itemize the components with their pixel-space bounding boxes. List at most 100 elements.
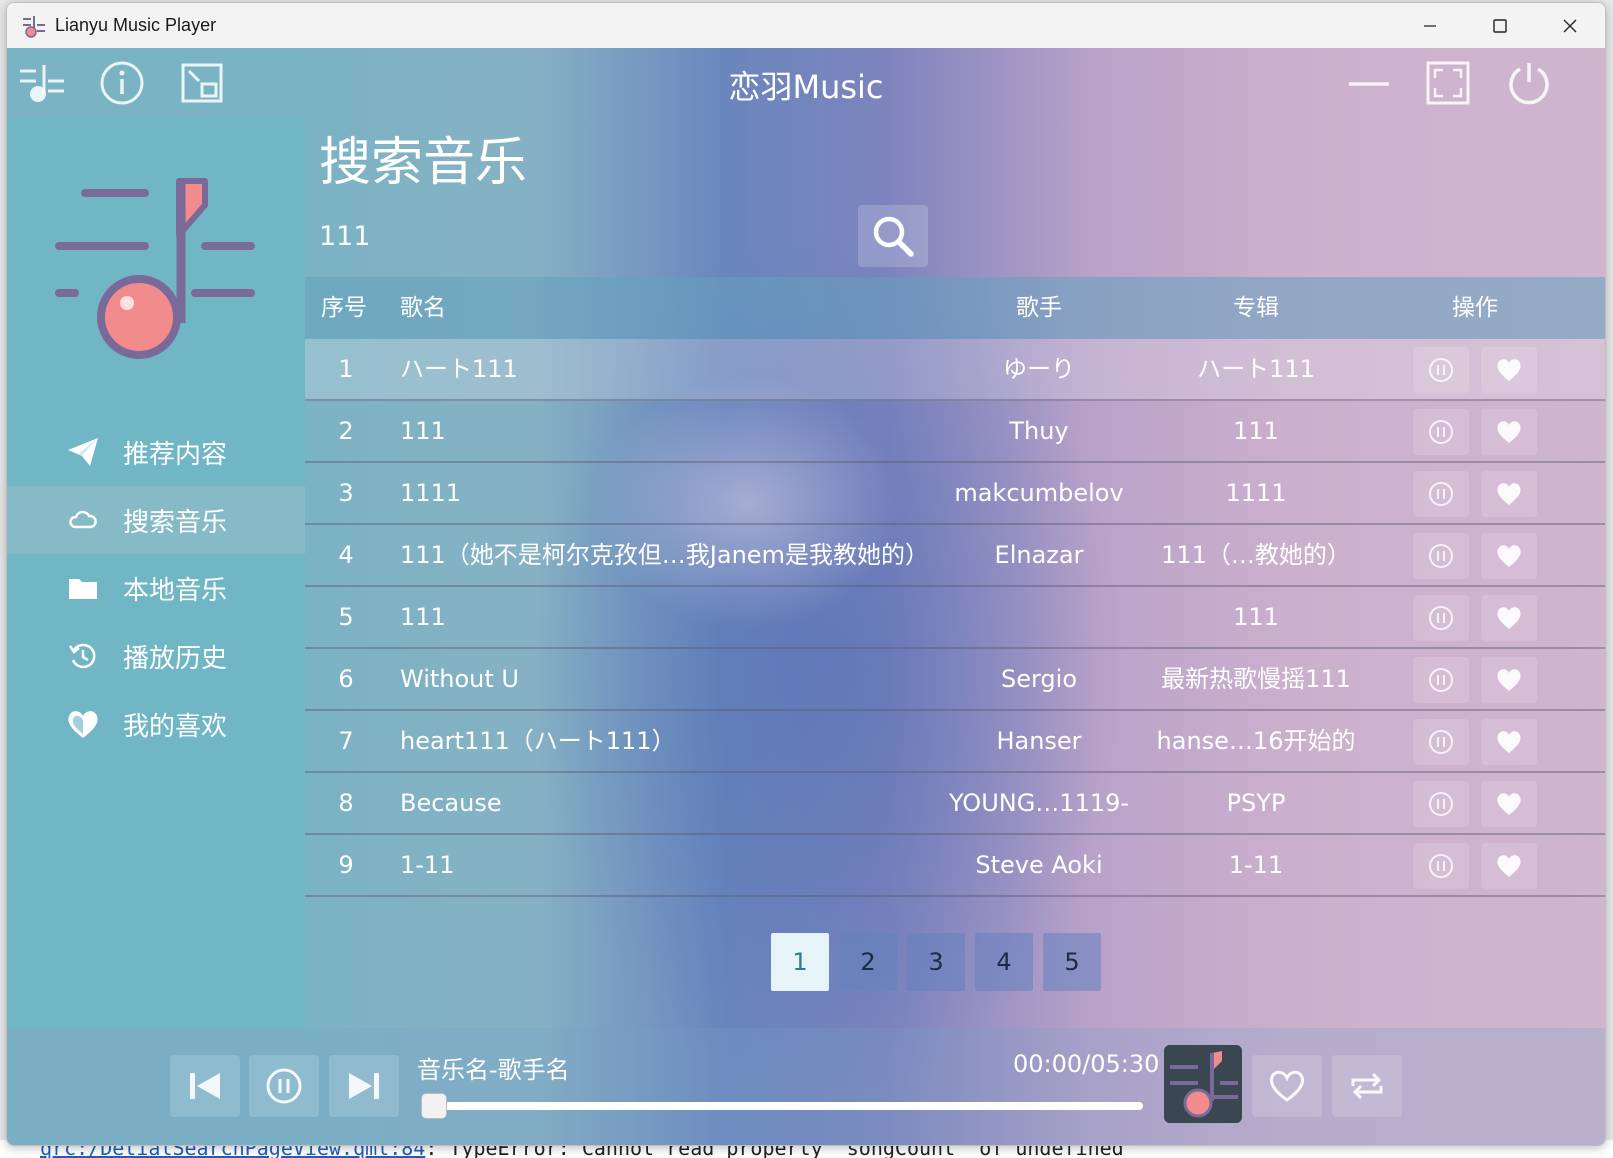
table-row[interactable]: 3 1111 makcumbelov 1111: [305, 463, 1605, 525]
sidebar-item-history[interactable]: 播放历史: [7, 622, 305, 690]
row-singer: Thuy: [1009, 417, 1069, 445]
progress-slider[interactable]: [421, 1093, 1143, 1119]
repeat-button[interactable]: [1332, 1055, 1402, 1117]
table-row[interactable]: 5 111 111: [305, 587, 1605, 649]
app-body: 恋羽Music 推荐内容 搜索音乐 本地音乐 播放历史 我的喜欢 搜索音乐 11…: [7, 48, 1605, 1145]
page-button-4[interactable]: 4: [975, 933, 1033, 991]
close-icon: [1563, 19, 1577, 32]
app-window: Lianyu Music Player 恋羽Music 推荐内容 搜索音乐 本地…: [6, 2, 1606, 1146]
table-row[interactable]: 4 111（她不是柯尔克孜但…我Janem是我教她的） Elnazar 111（…教她…: [305, 525, 1605, 587]
table-header: 序号 歌名 歌手 专辑 操作: [305, 277, 1605, 339]
os-maximize-button[interactable]: [1465, 3, 1535, 48]
pause-icon: [1429, 420, 1453, 444]
table-row[interactable]: 1 ハート111 ゆーり ハート111: [305, 339, 1605, 401]
sidebar-item-search[interactable]: 搜索音乐: [7, 486, 305, 554]
next-button[interactable]: [329, 1055, 399, 1117]
app-minimize-button[interactable]: [1344, 60, 1394, 106]
row-album: 1111: [1225, 479, 1287, 507]
row-album: hanse…16开始的: [1156, 727, 1356, 755]
row-index: 2: [338, 417, 354, 445]
row-singer: Steve Aoki: [975, 851, 1103, 879]
row-index: 3: [338, 479, 354, 507]
app-fullscreen-button[interactable]: [1423, 60, 1473, 106]
page-button-5[interactable]: 5: [1043, 933, 1101, 991]
row-play-button[interactable]: [1413, 595, 1469, 641]
app-logo-icon: [19, 11, 49, 41]
row-play-button[interactable]: [1413, 843, 1469, 889]
row-play-button[interactable]: [1413, 347, 1469, 393]
table-row[interactable]: 8 Because YOUNG…1119- PSYP: [305, 773, 1605, 835]
row-play-button[interactable]: [1413, 781, 1469, 827]
results-table: 序号 歌名 歌手 专辑 操作 1 ハート111 ゆーり ハート111 2 111 Thuy 1…: [305, 277, 1605, 897]
power-button[interactable]: [1504, 60, 1554, 106]
row-song-name: 1111: [400, 479, 462, 507]
row-singer: YOUNG…1119-: [948, 789, 1130, 817]
table-row[interactable]: 7 heart111（ハート111） Hanser hanse…16开始的: [305, 711, 1605, 773]
now-playing-info: 音乐名-歌手名: [417, 1056, 570, 1084]
row-index: 4: [338, 541, 354, 569]
row-singer: makcumbelov: [954, 479, 1124, 507]
page-button-2[interactable]: 2: [839, 933, 897, 991]
search-button[interactable]: [858, 205, 928, 267]
search-icon: [873, 216, 914, 257]
pause-button[interactable]: [249, 1055, 319, 1117]
sidebar-item-recommend[interactable]: 推荐内容: [7, 418, 305, 486]
row-song-name: 111（她不是柯尔克孜但…我Janem是我教她的）: [400, 541, 929, 569]
os-titlebar[interactable]: Lianyu Music Player: [7, 3, 1605, 48]
row-like-button[interactable]: [1481, 843, 1537, 889]
sidebar-item-favorites[interactable]: 我的喜欢: [7, 690, 305, 758]
row-play-button[interactable]: [1413, 409, 1469, 455]
row-song-name: 111: [400, 603, 446, 631]
row-album: 111: [1233, 417, 1279, 445]
row-like-button[interactable]: [1481, 595, 1537, 641]
row-index: 6: [338, 665, 354, 693]
os-minimize-button[interactable]: [1395, 3, 1465, 48]
row-singer: Sergio: [1000, 665, 1078, 693]
album-cover[interactable]: [1164, 1045, 1242, 1123]
pause-icon: [1429, 792, 1453, 816]
row-like-button[interactable]: [1481, 347, 1537, 393]
row-play-button[interactable]: [1413, 719, 1469, 765]
row-album: 1-11: [1228, 851, 1284, 879]
row-like-button[interactable]: [1481, 471, 1537, 517]
row-like-button[interactable]: [1481, 409, 1537, 455]
row-song-name: 111: [400, 417, 446, 445]
row-play-button[interactable]: [1413, 471, 1469, 517]
row-like-button[interactable]: [1481, 657, 1537, 703]
previous-button[interactable]: [170, 1055, 240, 1117]
favorite-button[interactable]: [1252, 1055, 1322, 1117]
heart-icon: [1497, 855, 1521, 877]
row-singer: Hanser: [996, 727, 1082, 755]
search-input[interactable]: [319, 210, 839, 262]
row-like-button[interactable]: [1481, 781, 1537, 827]
os-window-title: Lianyu Music Player: [55, 15, 217, 35]
row-like-button[interactable]: [1481, 719, 1537, 765]
row-like-button[interactable]: [1481, 533, 1537, 579]
page-button-1[interactable]: 1: [771, 933, 829, 991]
heart-icon: [1497, 483, 1521, 505]
header-actions: 操作: [1452, 295, 1498, 321]
progress-handle[interactable]: [421, 1093, 447, 1119]
pause-icon: [1429, 668, 1453, 692]
paper-plane-icon: [65, 434, 101, 470]
heart-icon: [1497, 421, 1521, 443]
page-button-3[interactable]: 3: [907, 933, 965, 991]
heart-icon: [1497, 731, 1521, 753]
pause-icon: [1429, 730, 1453, 754]
table-row[interactable]: 6 Without U Sergio 最新热歌慢摇111: [305, 649, 1605, 711]
sidebar-item-local[interactable]: 本地音乐: [7, 554, 305, 622]
os-close-button[interactable]: [1535, 3, 1605, 48]
row-album: 111: [1233, 603, 1279, 631]
table-row[interactable]: 9 1-11 Steve Aoki 1-11: [305, 835, 1605, 897]
pause-icon: [266, 1068, 302, 1104]
row-play-button[interactable]: [1413, 657, 1469, 703]
sidebar-item-label: 推荐内容: [123, 439, 228, 470]
row-singer: Elnazar: [994, 541, 1084, 569]
sidebar-item-label: 播放历史: [123, 643, 228, 674]
heart-icon: [1497, 607, 1521, 629]
heart-icon: [1497, 793, 1521, 815]
app-logo: [55, 173, 255, 368]
row-play-button[interactable]: [1413, 533, 1469, 579]
cloud-icon: [65, 502, 101, 538]
table-row[interactable]: 2 111 Thuy 111: [305, 401, 1605, 463]
